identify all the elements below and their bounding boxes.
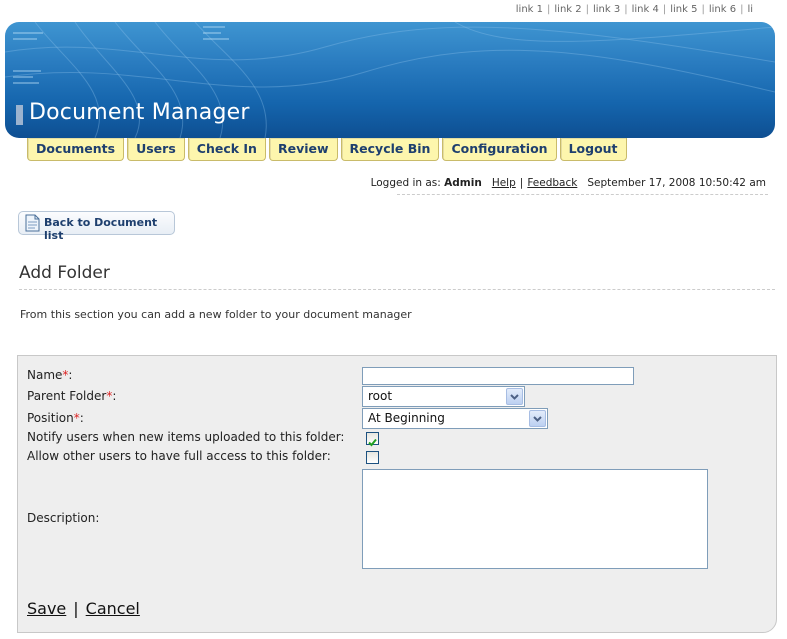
intro-text: From this section you can add a new fold… (20, 308, 412, 321)
position-label: Position*: (27, 411, 84, 425)
page-title: Add Folder (19, 263, 110, 283)
nav-review[interactable]: Review (268, 138, 338, 161)
description-label: Description: (27, 511, 100, 525)
nav-check-in[interactable]: Check In (187, 138, 266, 161)
top-link-7[interactable]: li (747, 4, 753, 15)
login-divider (397, 194, 768, 195)
notify-users-label: Notify users when new items uploaded to … (27, 430, 345, 444)
description-textarea[interactable] (362, 469, 708, 569)
login-datetime: September 17, 2008 10:50:42 am (587, 177, 766, 189)
position-select[interactable]: At Beginning (362, 408, 548, 429)
cancel-button[interactable]: Cancel (86, 599, 140, 618)
back-to-document-list-button[interactable]: Back to Document list (18, 211, 175, 242)
parent-folder-label: Parent Folder*: (27, 389, 117, 403)
chevron-down-icon[interactable] (506, 388, 523, 405)
nav-logout[interactable]: Logout (559, 138, 627, 161)
login-separator: | (519, 177, 524, 189)
top-link-1[interactable]: link 1 (516, 4, 543, 15)
name-input[interactable] (362, 367, 634, 385)
nav-documents[interactable]: Documents (27, 138, 125, 161)
top-link-6[interactable]: link 6 (709, 4, 736, 15)
position-value: At Beginning (368, 411, 445, 425)
feedback-link[interactable]: Feedback (527, 177, 577, 189)
login-info: Logged in as: Admin Help | Feedback Septem… (371, 177, 766, 189)
title-divider (19, 289, 775, 290)
header-banner: Document Manager (5, 22, 775, 138)
actions-separator: | (73, 599, 79, 618)
login-prefix: Logged in as: (370, 177, 441, 189)
parent-folder-select[interactable]: root (362, 386, 525, 407)
notify-users-checkbox[interactable] (366, 432, 379, 447)
checkmark-icon (368, 438, 377, 447)
full-access-checkbox[interactable] (366, 451, 379, 464)
title-accent-bar (16, 105, 23, 125)
nav-users[interactable]: Users (127, 138, 185, 161)
full-access-label: Allow other users to have full access to… (27, 449, 331, 463)
main-nav: Documents Users Check In Review Recycle … (27, 138, 627, 161)
app-title: Document Manager (29, 100, 250, 125)
top-link-4[interactable]: link 4 (632, 4, 659, 15)
form-actions: Save | Cancel (27, 599, 140, 618)
save-button[interactable]: Save (27, 599, 66, 618)
back-button-label: Back to Document list (44, 216, 158, 242)
top-link-3[interactable]: link 3 (593, 4, 620, 15)
top-link-5[interactable]: link 5 (670, 4, 697, 15)
chevron-down-icon[interactable] (529, 410, 546, 427)
login-user: Admin (444, 177, 482, 189)
document-icon (25, 214, 40, 232)
nav-recycle-bin[interactable]: Recycle Bin (340, 138, 440, 161)
top-link-2[interactable]: link 2 (554, 4, 581, 15)
name-label: Name*: (27, 368, 73, 382)
parent-folder-value: root (368, 389, 393, 403)
top-links: link 1 | link 2 | link 3 | link 4 | link 5 | link … (515, 4, 753, 15)
help-link[interactable]: Help (492, 177, 516, 189)
nav-configuration[interactable]: Configuration (442, 138, 557, 161)
